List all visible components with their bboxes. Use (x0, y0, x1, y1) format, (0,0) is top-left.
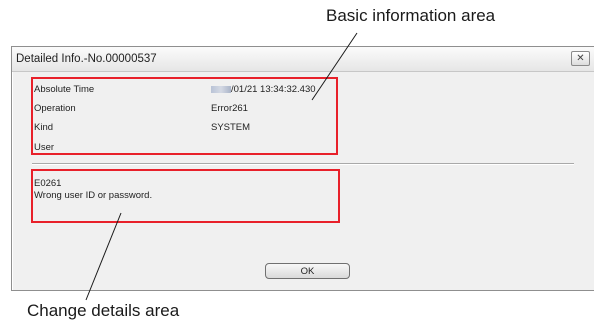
dialog-title: Detailed Info.-No.00000537 (16, 53, 157, 65)
close-icon: ✕ (576, 53, 585, 64)
ok-button[interactable]: OK (265, 263, 350, 279)
basic-info-highlight (31, 77, 338, 155)
title-bar[interactable]: Detailed Info.-No.00000537 ✕ (12, 47, 594, 72)
change-details-highlight (31, 169, 340, 223)
change-details-callout: Change details area (27, 301, 180, 320)
basic-info-callout: Basic information area (326, 6, 496, 25)
close-button[interactable]: ✕ (571, 51, 590, 66)
section-divider (32, 163, 574, 165)
